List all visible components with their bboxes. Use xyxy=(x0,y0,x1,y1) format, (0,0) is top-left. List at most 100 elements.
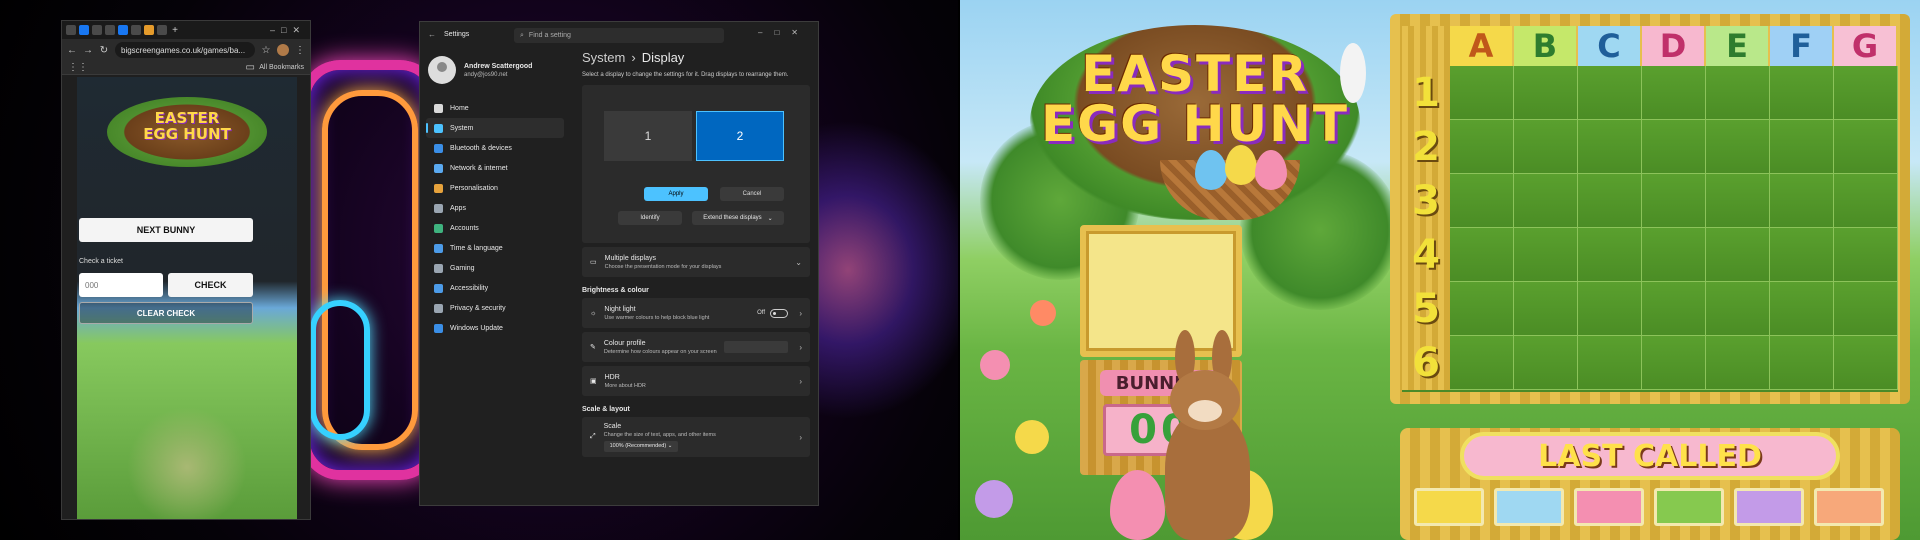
window-controls[interactable]: –□✕ xyxy=(270,25,306,36)
scale-subtitle: Change the size of text, apps, and other… xyxy=(603,431,716,438)
clear-check-button[interactable]: CLEAR CHECK xyxy=(79,302,253,324)
last-called-slot xyxy=(1734,488,1804,526)
sidebar-item-home[interactable]: Home xyxy=(426,98,564,118)
ticket-number-input[interactable] xyxy=(79,273,163,297)
board-cell xyxy=(1578,174,1642,228)
tab-favicon[interactable] xyxy=(92,25,102,35)
multiple-displays-title: Multiple displays xyxy=(604,254,656,262)
tab-favicon[interactable] xyxy=(105,25,115,35)
window-controls[interactable]: –□✕ xyxy=(758,28,810,37)
egg xyxy=(1255,150,1287,190)
back-icon[interactable]: ← xyxy=(67,45,77,56)
facebook-tab-icon[interactable] xyxy=(79,25,89,35)
last-called-slot xyxy=(1814,488,1884,526)
brush-icon xyxy=(434,183,443,193)
next-bunny-button[interactable]: NEXT BUNNY xyxy=(79,218,253,242)
hdr-more-link[interactable]: More about HDR xyxy=(605,383,646,389)
home-icon xyxy=(434,103,443,113)
night-light-toggle[interactable] xyxy=(770,308,788,318)
profile-avatar[interactable] xyxy=(277,44,289,56)
browser-window: + –□✕ ← → ↻ bigscreengames.co.uk/games/b… xyxy=(61,20,311,520)
tab-list-icon[interactable] xyxy=(66,25,76,35)
sidebar-item-network-internet[interactable]: Network & internet xyxy=(426,158,564,178)
sidebar-item-privacy-security[interactable]: Privacy & security xyxy=(426,298,564,318)
easter-egg-hunt-logo: EASTER EGG HUNT xyxy=(1030,25,1366,220)
sidebar-item-gaming[interactable]: Gaming xyxy=(426,258,564,278)
sidebar-item-time-language[interactable]: Time & language xyxy=(426,238,564,258)
chevron-right-icon: › xyxy=(799,342,802,352)
reload-icon[interactable]: ↻ xyxy=(99,45,109,56)
identify-button[interactable]: Identify xyxy=(618,211,682,225)
accounts-icon xyxy=(434,223,443,233)
sidebar-item-windows-update[interactable]: Windows Update xyxy=(426,318,564,338)
column-header-d: D xyxy=(1642,26,1706,66)
night-light-state: Off xyxy=(757,310,765,316)
sidebar-item-accessibility[interactable]: Accessibility xyxy=(426,278,564,298)
board-cell xyxy=(1578,228,1642,282)
board-cell xyxy=(1578,282,1642,336)
colour-profile-select[interactable] xyxy=(724,341,788,353)
colour-profile-card[interactable]: ✎ Colour profile Determine how colours a… xyxy=(582,332,810,362)
sun-icon: ☼ xyxy=(590,309,597,317)
all-bookmarks-link[interactable]: All Bookmarks xyxy=(259,64,304,71)
sidebar-item-system[interactable]: System xyxy=(426,118,564,138)
board-cell xyxy=(1706,66,1770,120)
tab-favicon[interactable] xyxy=(144,25,154,35)
search-icon: ⌕ xyxy=(520,31,524,39)
board-cell xyxy=(1770,282,1834,336)
scale-select[interactable]: 100% (Recommended) ⌄ xyxy=(603,440,679,452)
row-header-6: 6 xyxy=(1402,336,1450,390)
bookmark-star-icon[interactable]: ☆ xyxy=(261,45,271,56)
board-cell xyxy=(1770,120,1834,174)
game-display: EASTER EGG HUNT BUNNIES 00 ABCDEFG123456… xyxy=(960,0,1920,540)
sidebar-item-label: Privacy & security xyxy=(450,304,506,312)
night-light-card[interactable]: ☼ Night light Use warmer colours to help… xyxy=(582,298,810,328)
night-light-subtitle: Use warmer colours to help block blue li… xyxy=(604,314,710,321)
find-setting-search[interactable]: ⌕ Find a setting xyxy=(514,28,724,43)
facebook-tab-icon[interactable] xyxy=(118,25,128,35)
last-called-slot xyxy=(1494,488,1564,526)
board-cell xyxy=(1706,282,1770,336)
sidebar-item-personalisation[interactable]: Personalisation xyxy=(426,178,564,198)
tab-favicon[interactable] xyxy=(157,25,167,35)
page-title: System › Display xyxy=(582,50,810,65)
apply-button[interactable]: Apply xyxy=(644,187,708,201)
board-cell xyxy=(1514,228,1578,282)
forward-icon[interactable]: → xyxy=(83,45,93,56)
menu-icon[interactable]: ⋮ xyxy=(295,45,305,56)
sidebar-item-accounts[interactable]: Accounts xyxy=(426,218,564,238)
board-cell xyxy=(1450,228,1514,282)
board-cell xyxy=(1450,282,1514,336)
sidebar-item-apps[interactable]: Apps xyxy=(426,198,564,218)
breadcrumb-system[interactable]: System xyxy=(582,50,625,65)
check-button[interactable]: CHECK xyxy=(168,273,253,297)
display-2-tile[interactable]: 2 xyxy=(696,111,784,161)
night-light-title: Night light xyxy=(604,305,636,313)
address-bar[interactable]: bigscreengames.co.uk/games/ba... xyxy=(115,42,255,58)
apps-grid-icon[interactable]: ⋮⋮ xyxy=(68,62,88,73)
cancel-button[interactable]: Cancel xyxy=(720,187,784,201)
sidebar-item-label: Gaming xyxy=(450,264,475,272)
multiple-displays-card[interactable]: ▭ Multiple displays Choose the presentat… xyxy=(582,247,810,277)
hdr-card[interactable]: ▣ HDR More about HDR › xyxy=(582,366,810,396)
board-cell xyxy=(1834,228,1898,282)
board-cell xyxy=(1514,120,1578,174)
back-arrow-icon[interactable]: ← xyxy=(428,30,436,39)
board-cell xyxy=(1770,228,1834,282)
tab-favicon[interactable] xyxy=(131,25,141,35)
board-cell xyxy=(1834,174,1898,228)
system-icon xyxy=(434,123,443,133)
sidebar-item-bluetooth-devices[interactable]: Bluetooth & devices xyxy=(426,138,564,158)
last-called-slot xyxy=(1414,488,1484,526)
scale-card[interactable]: ⤢ Scale Change the size of text, apps, a… xyxy=(582,417,810,457)
multiple-displays-subtitle: Choose the presentation mode for your di… xyxy=(604,263,722,270)
sidebar-item-label: Time & language xyxy=(450,244,503,252)
board-cell xyxy=(1834,66,1898,120)
flower xyxy=(975,480,1013,518)
display-1-tile[interactable]: 1 xyxy=(604,111,692,161)
user-profile[interactable]: Andrew Scattergood andy@jos90.net xyxy=(428,56,532,84)
game-control-page: EASTER EGG HUNT NEXT BUNNY Check a ticke… xyxy=(77,77,297,519)
multiple-displays-icon: ▭ xyxy=(590,259,597,266)
new-tab-icon[interactable]: + xyxy=(170,25,180,36)
display-mode-select[interactable]: Extend these displays ⌄ xyxy=(692,211,784,225)
